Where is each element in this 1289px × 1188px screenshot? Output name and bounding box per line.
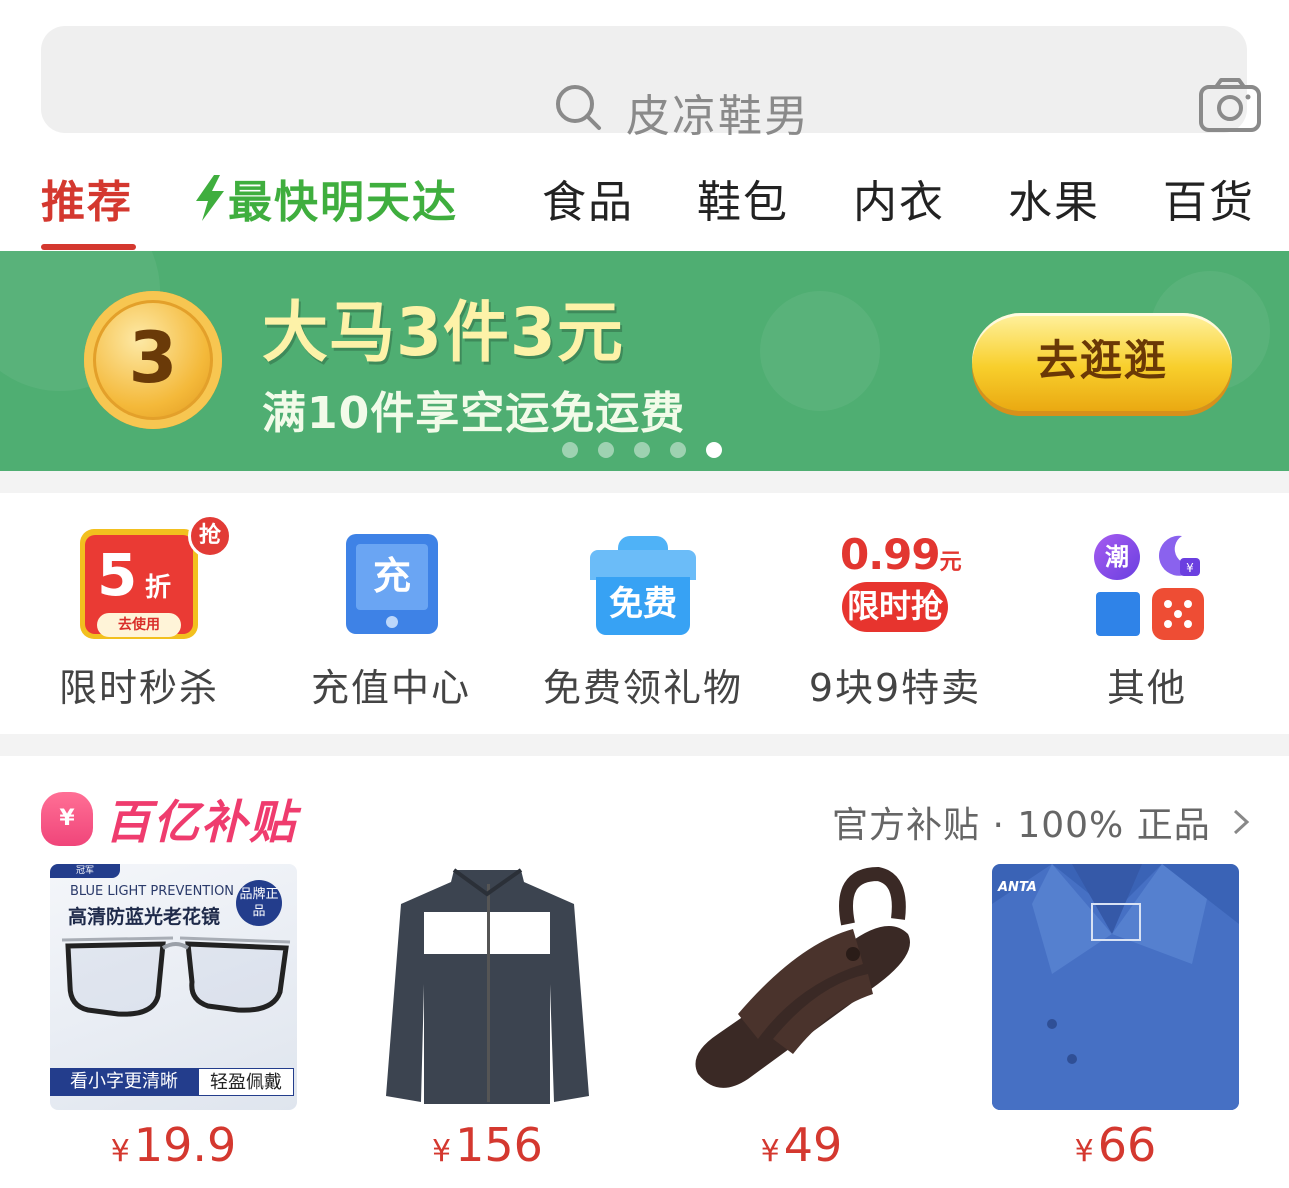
money-bag-icon xyxy=(41,792,93,846)
banner-title: 大马3件3元 xyxy=(262,294,624,371)
subsidy-title: 百亿补贴 xyxy=(105,795,297,849)
chevron-right-icon xyxy=(1234,809,1250,835)
special-sale-price: 0.99 xyxy=(840,530,941,579)
glasses-image xyxy=(61,936,291,1017)
banner-go-button[interactable]: 去逛逛 xyxy=(972,313,1232,411)
product-price: ¥19.9 xyxy=(50,1118,297,1172)
special-sale-icon[interactable]: 0.99元 xyxy=(840,530,962,579)
tab-fastest-delivery-label: 最快明天达 xyxy=(228,177,458,228)
quick-entry-label: 充值中心 xyxy=(310,666,471,710)
banner-decoration xyxy=(760,291,880,411)
discount-number: 5 xyxy=(97,541,138,609)
product-image-text-cn: 高清防蓝光老花镜 xyxy=(68,906,221,928)
section-divider xyxy=(0,734,1289,756)
active-tab-indicator xyxy=(41,244,136,250)
product-price: ¥66 xyxy=(992,1118,1239,1172)
subsidy-tagline: 官方补贴 · 100% 正品 xyxy=(832,805,1211,846)
currency-symbol: ¥ xyxy=(110,1134,130,1169)
tab-general-goods[interactable]: 百货 xyxy=(1163,166,1255,230)
carousel-dot[interactable] xyxy=(634,442,650,458)
tab-recommend[interactable]: 推荐 xyxy=(41,166,133,230)
tab-underwear[interactable]: 内衣 xyxy=(853,166,945,230)
special-sale-unit: 元 xyxy=(939,550,962,575)
coin-number: 3 xyxy=(128,317,178,399)
quick-entry-label: 限时秒杀 xyxy=(58,666,219,710)
product-tag: 冠军 xyxy=(50,864,120,878)
tab-shoes-bags[interactable]: 鞋包 xyxy=(697,166,789,230)
price-value: 19.9 xyxy=(133,1118,237,1172)
carousel-dot-active[interactable] xyxy=(706,442,722,458)
product-card-jacket[interactable] xyxy=(364,864,611,1110)
price-value: 66 xyxy=(1097,1118,1157,1172)
gift-icon-text: 免费 xyxy=(609,584,677,624)
product-card-polo[interactable]: ANTA xyxy=(992,864,1239,1110)
carousel-dot[interactable] xyxy=(562,442,578,458)
product-footer-right: 轻盈佩戴 xyxy=(198,1068,294,1096)
price-value: 49 xyxy=(783,1118,843,1172)
grab-badge: 抢 xyxy=(188,514,232,558)
currency-symbol: ¥ xyxy=(432,1134,452,1169)
book-icon xyxy=(1096,592,1140,636)
subsidy-more-link[interactable]: 官方补贴 · 100% 正品 xyxy=(832,796,1251,848)
brand-logo: ANTA xyxy=(998,880,1037,895)
subsidy-logo[interactable]: 百亿补贴 xyxy=(41,786,297,852)
tab-food[interactable]: 食品 xyxy=(542,166,634,230)
trend-icon: 潮 xyxy=(1094,534,1140,580)
carousel-dots xyxy=(562,442,722,458)
lightning-icon xyxy=(196,175,224,221)
product-price: ¥49 xyxy=(678,1118,925,1172)
coin-icon: 3 xyxy=(84,291,222,429)
price-value: 156 xyxy=(455,1118,543,1172)
product-footer-left: 看小字更清晰 xyxy=(50,1068,198,1096)
currency-symbol: ¥ xyxy=(1074,1134,1094,1169)
svg-text:¥: ¥ xyxy=(1186,561,1194,575)
camera-icon[interactable] xyxy=(1198,77,1262,133)
quick-entry-label: 其他 xyxy=(1106,666,1187,710)
flash-sale-icon[interactable]: 5 折 去使用 xyxy=(80,529,198,639)
tab-fastest-delivery[interactable]: 最快明天达 xyxy=(192,166,458,230)
discount-unit: 折 xyxy=(145,573,172,603)
promo-banner[interactable]: 3 大马3件3元 满10件享空运免运费 去逛逛 xyxy=(0,251,1289,471)
brand-badge: 品牌正品 xyxy=(236,880,282,926)
currency-symbol: ¥ xyxy=(760,1134,780,1169)
banner-subtitle: 满10件享空运免运费 xyxy=(262,388,686,439)
dice-icon xyxy=(1152,588,1204,640)
product-card-sandals[interactable] xyxy=(678,864,925,1110)
jacket-image xyxy=(386,868,589,1104)
moon-coin-icon: ¥ xyxy=(1158,535,1200,576)
carousel-dot[interactable] xyxy=(670,442,686,458)
recharge-icon-dot xyxy=(386,616,398,628)
section-divider xyxy=(0,471,1289,493)
search-icon xyxy=(556,85,601,130)
polo-image xyxy=(992,864,1239,1110)
recharge-icon[interactable]: 充 xyxy=(346,534,438,634)
quick-entry-label: 9块9特卖 xyxy=(808,666,982,710)
recharge-icon-text: 充 xyxy=(356,544,428,610)
product-price: ¥156 xyxy=(364,1118,611,1172)
search-input[interactable]: 皮凉鞋男 xyxy=(626,80,810,144)
product-image-text-en: BLUE LIGHT PREVENTION xyxy=(70,884,235,899)
quick-entry-label: 免费领礼物 xyxy=(542,666,743,710)
flash-sale-badge: 5 折 去使用 xyxy=(85,535,193,637)
carousel-dot[interactable] xyxy=(598,442,614,458)
product-card-glasses[interactable]: 冠军 BLUE LIGHT PREVENTION 高清防蓝光老花镜 品牌正品 看… xyxy=(50,864,297,1110)
search-bar[interactable]: 皮凉鞋男 xyxy=(41,26,1261,142)
use-now-label: 去使用 xyxy=(97,613,181,637)
sandals-image xyxy=(695,866,910,1088)
limited-grab-pill: 限时抢 xyxy=(842,582,948,632)
tab-fruit[interactable]: 水果 xyxy=(1008,166,1100,230)
